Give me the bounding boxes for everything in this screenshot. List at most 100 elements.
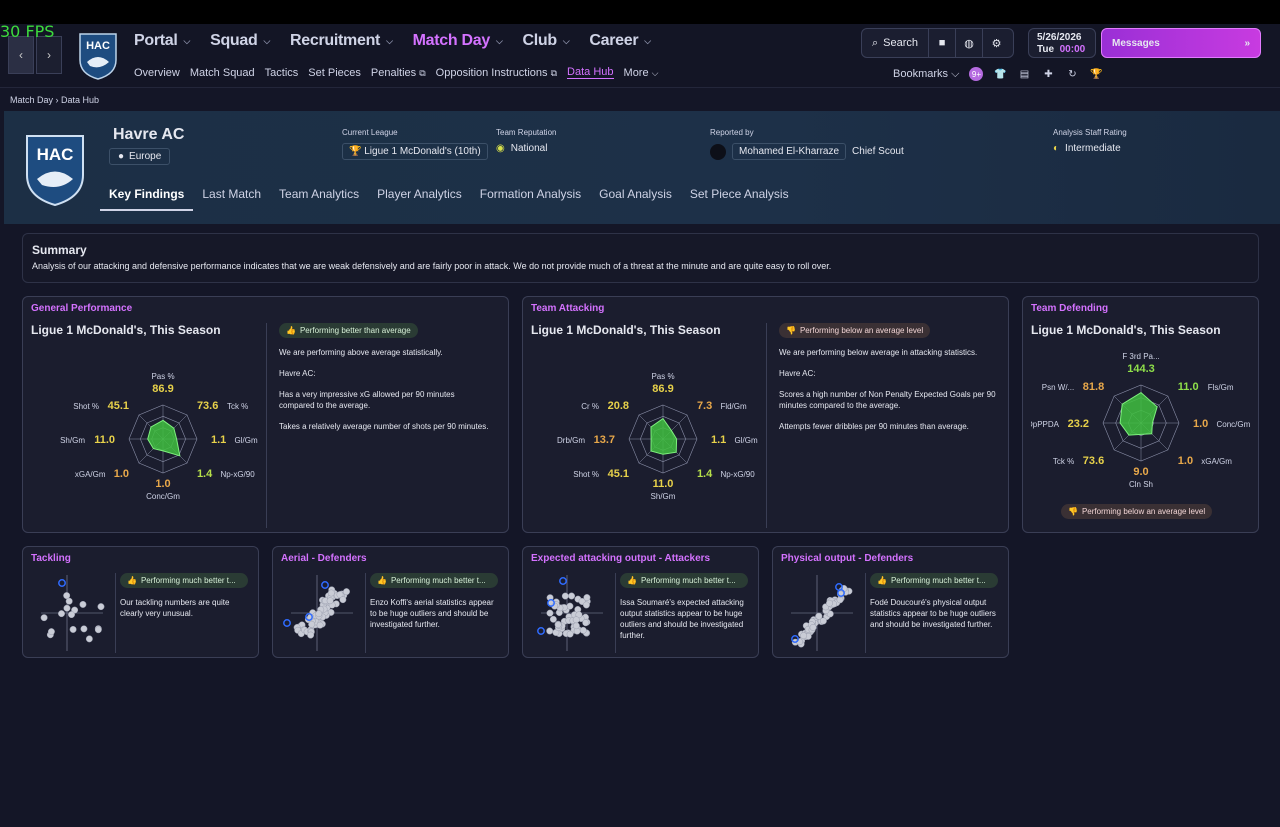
bookmarks-bar: Bookmarks ⌵ 9+ 👕 ▤ ✚ ↻ 🏆 — [893, 67, 1103, 81]
submenu-penalties[interactable]: Penalties ⧉ — [371, 67, 426, 79]
radar-value: 73.6 — [197, 400, 218, 412]
scatter-point — [572, 622, 580, 630]
notification-badge[interactable]: 9+ — [969, 67, 984, 81]
messages-button[interactable]: Messages » — [1101, 28, 1261, 58]
card-title: General Performance — [31, 303, 133, 314]
team-defending-card[interactable]: Team Defending Ligue 1 McDonald's, This … — [1022, 296, 1259, 533]
tab-set-piece-analysis[interactable]: Set Piece Analysis — [681, 187, 798, 211]
trophy-icon[interactable]: 🏆 — [1089, 67, 1103, 81]
shirt-icon[interactable]: 👕 — [993, 67, 1007, 81]
menu-recruitment[interactable]: Recruitment ⌵ — [290, 32, 393, 50]
menu-label: Match Day — [412, 32, 491, 49]
radar-area — [147, 419, 181, 457]
radar-value: 20.8 — [608, 400, 629, 412]
thumbs-down-icon: 👎 — [786, 326, 796, 335]
submenu-more[interactable]: More ⌵ — [624, 67, 659, 79]
physical-output-card[interactable]: Physical output - Defenders 👍 Performing … — [772, 546, 1009, 658]
refresh-icon[interactable]: ↻ — [1065, 67, 1079, 81]
scatter-point — [85, 635, 93, 643]
thumbs-up-icon: 👍 — [377, 576, 387, 585]
submenu-opposition-instructions[interactable]: Opposition Instructions ⧉ — [436, 67, 557, 79]
aerial-defenders-card[interactable]: Aerial - Defenders 👍 Performing much bett… — [272, 546, 509, 658]
date-continue-button[interactable]: 5/26/2026 Tue 00:00 — [1028, 28, 1096, 58]
radar-value: 1.4 — [197, 468, 213, 480]
analysis-rating: Analysis Staff Rating ◐ Intermediate — [1053, 128, 1127, 154]
status-badge: 👍 Performing much better t... — [620, 573, 748, 588]
back-button[interactable]: ‹ — [8, 36, 34, 74]
desc-line: Havre AC: — [779, 369, 816, 378]
avatar — [710, 143, 726, 160]
forward-button[interactable]: › — [36, 36, 62, 74]
external-link-icon: ⧉ — [550, 67, 558, 78]
submenu-set-pieces[interactable]: Set Pieces — [308, 67, 361, 79]
general-performance-card[interactable]: General Performance Ligue 1 McDonald's, … — [22, 296, 509, 533]
menu-career[interactable]: Career ⌵ — [589, 32, 651, 50]
status-badge: 👍 Performing much better t... — [370, 573, 498, 588]
team-attacking-card[interactable]: Team Attacking Ligue 1 McDonald's, This … — [522, 296, 1009, 533]
radar-axis-label: xGA/Gm — [75, 470, 106, 479]
attacking-output-card[interactable]: Expected attacking output - Attackers 👍 P… — [522, 546, 759, 658]
league-pill[interactable]: 🏆 Ligue 1 McDonald's (10th) — [342, 143, 488, 160]
menu-match-day[interactable]: Match Day ⌵ — [413, 32, 503, 50]
tab-player-analytics[interactable]: Player Analytics — [368, 187, 471, 211]
chevron-down-icon: ⌵ — [263, 35, 271, 46]
scatter-plot — [40, 575, 105, 651]
medical-icon[interactable]: ✚ — [1041, 67, 1055, 81]
scatter-plot — [791, 575, 853, 651]
scatter-point — [546, 609, 554, 617]
breadcrumb-parent[interactable]: Match Day — [10, 95, 53, 105]
radar-value: 7.3 — [697, 400, 712, 412]
card-subtitle: Ligue 1 McDonald's, This Season — [31, 323, 221, 337]
breadcrumb: Match Day › Data Hub — [10, 95, 100, 105]
bookmarks-dropdown[interactable]: Bookmarks ⌵ — [893, 68, 959, 81]
submenu-label: Opposition Instructions — [435, 66, 548, 79]
sub-menu: Overview Match Squad Tactics Set Pieces … — [134, 66, 658, 79]
chevron-down-icon: ⌵ — [651, 67, 659, 78]
globe-icon: ◉ — [496, 143, 505, 154]
divider — [115, 573, 116, 653]
radar-axis-label: Conc/Gm — [1217, 420, 1251, 429]
reporter-name[interactable]: Mohamed El-Kharraze — [732, 143, 847, 160]
card-description: We are performing below average in attac… — [779, 347, 997, 442]
submenu-overview[interactable]: Overview — [134, 67, 180, 79]
radar-axis-label: Pas % — [651, 372, 674, 381]
tab-last-match[interactable]: Last Match — [193, 187, 270, 211]
globe-icon[interactable]: ◍ — [956, 29, 984, 57]
menu-portal[interactable]: Portal ⌵ — [134, 32, 190, 50]
analysis-tabs: Key Findings Last Match Team Analytics P… — [100, 187, 798, 211]
menu-club[interactable]: Club ⌵ — [522, 32, 569, 50]
bookmark-icon[interactable]: ■ — [929, 29, 957, 57]
tab-goal-analysis[interactable]: Goal Analysis — [590, 187, 681, 211]
tab-key-findings[interactable]: Key Findings — [100, 187, 194, 211]
scatter-point — [546, 627, 554, 635]
radar-value: 23.2 — [1068, 418, 1089, 430]
status-text: Performing much better t... — [390, 576, 486, 585]
radar-axis-label: Gl/Gm — [235, 436, 258, 445]
thumbs-up-icon: 👍 — [627, 576, 637, 585]
clipboard-icon[interactable]: ▤ — [1017, 67, 1031, 81]
radar-axis-label: Fld/Gm — [720, 402, 747, 411]
scatter-outlier-point — [58, 579, 66, 587]
tab-formation-analysis[interactable]: Formation Analysis — [471, 187, 590, 211]
rating-value: Intermediate — [1065, 143, 1121, 154]
scatter-point — [80, 625, 88, 633]
radar-axis-label: Pas % — [151, 372, 174, 381]
reputation-label: Team Reputation — [496, 128, 557, 137]
scatter-point — [40, 614, 48, 622]
submenu-tactics[interactable]: Tactics — [265, 67, 299, 79]
club-logo-icon[interactable]: HAC — [78, 32, 118, 80]
tab-team-analytics[interactable]: Team Analytics — [270, 187, 368, 211]
search-label: Search — [883, 37, 919, 49]
gear-icon[interactable]: ⚙ — [983, 29, 1010, 57]
submenu-data-hub[interactable]: Data Hub — [567, 66, 614, 79]
submenu-match-squad[interactable]: Match Squad — [190, 67, 255, 79]
rating-pie-icon: ◐ — [1053, 143, 1060, 154]
menu-squad[interactable]: Squad ⌵ — [210, 32, 270, 50]
search-button[interactable]: ⌕ Search — [862, 29, 930, 57]
divider — [865, 573, 866, 653]
card-description: Fodé Doucouré's physical output statisti… — [870, 598, 996, 629]
tackling-card[interactable]: Tackling 👍 Performing much better t... Ou… — [22, 546, 259, 658]
status-badge: 👎 Performing below an average level — [1061, 504, 1213, 519]
radar-value: 1.0 — [155, 478, 170, 490]
status-text: Performing better than average — [299, 326, 411, 335]
